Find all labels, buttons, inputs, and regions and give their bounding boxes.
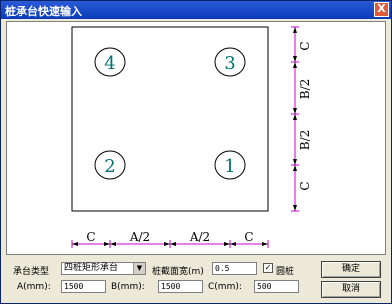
a-input[interactable]: 1500 — [61, 280, 106, 293]
dim-c-bottom-right: C — [244, 230, 253, 244]
close-button[interactable]: X — [374, 2, 389, 17]
arrow-tick — [293, 165, 297, 171]
arrow-tick — [110, 242, 116, 246]
pile-4: 4 — [94, 47, 126, 77]
arrow-tick — [293, 62, 297, 68]
c-label: C(mm): — [208, 282, 242, 292]
round-pile-checkbox[interactable]: ✓ — [263, 263, 273, 273]
b-label: B(mm): — [111, 282, 145, 292]
title-bar[interactable]: 桩承台快速输入 X — [1, 1, 391, 19]
c-input[interactable]: 500 — [254, 280, 299, 293]
cap-outline — [71, 26, 269, 212]
arrow-tick — [164, 242, 170, 246]
dim-a2-left: A/2 — [129, 230, 150, 244]
arrow-tick — [104, 242, 110, 246]
dim-b2-bottom: B/2 — [298, 130, 312, 151]
pile-3: 3 — [214, 47, 246, 77]
pile-width-input[interactable]: 0.5 — [212, 262, 257, 275]
arrow-tick — [72, 242, 78, 246]
pile-2: 2 — [94, 150, 126, 180]
dialog-window: 桩承台快速输入 X 4 3 2 1 C B/2 B/2 C C A/2 A/2 … — [0, 0, 392, 304]
round-pile-label: 圆桩 — [276, 267, 295, 277]
arrow-tick — [293, 114, 297, 120]
pile-2-label: 2 — [104, 156, 115, 177]
dim-c-bottom-left: C — [86, 230, 95, 244]
cap-type-label: 承台类型 — [13, 267, 50, 277]
arrow-tick — [170, 242, 176, 246]
arrow-tick — [262, 242, 268, 246]
pile-3-label: 3 — [224, 53, 235, 74]
dim-c-right-top: C — [298, 41, 312, 50]
cap-type-value: 四桩矩形承台 — [64, 263, 119, 273]
a-label: A(mm): — [17, 282, 51, 292]
pile-1-label: 1 — [224, 156, 235, 177]
window-title: 桩承台快速输入 — [5, 5, 82, 18]
arrow-tick — [293, 108, 297, 114]
drawing-area: 4 3 2 1 C B/2 B/2 C C A/2 A/2 C — [6, 21, 386, 255]
dim-b2-top: B/2 — [298, 79, 312, 100]
arrow-tick — [293, 159, 297, 165]
cap-type-select[interactable]: 四桩矩形承台 ▼ — [61, 262, 146, 275]
pile-width-label: 桩截面宽(m) — [152, 267, 204, 277]
pile-cap-diagram: 4 3 2 1 C B/2 B/2 C C A/2 A/2 C — [71, 26, 312, 248]
b-input[interactable]: 1500 — [158, 280, 203, 293]
dim-c-right-bottom: C — [298, 181, 312, 190]
arrow-tick — [230, 242, 236, 246]
ok-button[interactable]: 确定 — [321, 261, 381, 278]
arrow-tick — [293, 205, 297, 211]
chevron-down-icon[interactable]: ▼ — [133, 263, 145, 274]
pile-4-label: 4 — [104, 53, 115, 74]
dim-a2-right: A/2 — [189, 230, 210, 244]
pile-1: 1 — [214, 150, 246, 180]
cancel-button[interactable]: 取消 — [321, 281, 381, 298]
arrow-tick — [293, 56, 297, 62]
arrow-tick — [224, 242, 230, 246]
arrow-tick — [293, 27, 297, 33]
